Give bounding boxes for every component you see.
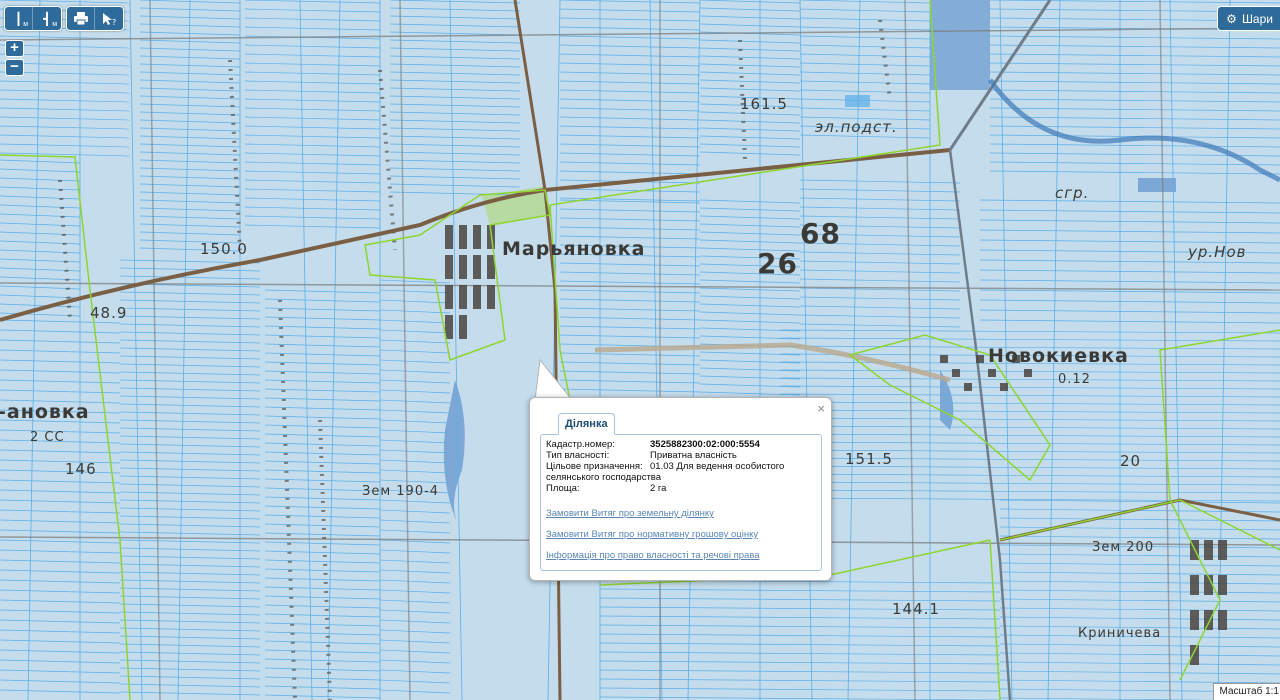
field-key: Кадастр.номер:	[546, 439, 615, 450]
pond	[845, 95, 870, 107]
ownership-type: Приватна власність	[650, 450, 737, 461]
pond	[1138, 178, 1176, 192]
label-town-left: -ановка	[0, 401, 90, 423]
measure-group: ┃ м ┫ м	[4, 6, 62, 31]
label-012: 0.12	[1058, 372, 1091, 387]
building	[1218, 540, 1227, 560]
building	[976, 355, 984, 363]
label-26: 26	[757, 247, 798, 280]
scale-indicator: Масштаб 1:1	[1212, 683, 1280, 700]
building	[1190, 645, 1199, 665]
field-key: Площа:	[546, 483, 580, 494]
building	[952, 369, 960, 377]
building	[445, 225, 453, 249]
building	[964, 383, 972, 391]
field-key: Цільове призначення:	[546, 461, 643, 472]
unit-label: м	[52, 21, 57, 28]
measure-length-button[interactable]: ┃ м	[5, 7, 33, 30]
building	[445, 285, 453, 309]
field-row: Площа: 2 га	[546, 483, 816, 494]
label-elev-1441: 144.1	[892, 600, 940, 618]
building	[459, 315, 467, 339]
label-elev-1515: 151.5	[845, 450, 893, 468]
label-zem200: Зем 200	[1092, 540, 1155, 555]
building	[988, 369, 996, 377]
map-toolbar: ┃ м ┫ м ?	[4, 6, 124, 31]
label-maryanovka: Марьяновка	[502, 238, 646, 260]
building	[459, 225, 467, 249]
cursor-question-icon: ?	[103, 12, 116, 26]
label-ur-nov: ур.Нов	[1188, 243, 1247, 261]
layers-label: Шари	[1241, 11, 1273, 26]
field-row: Цільове призначення: 01.03 Для ведення о…	[546, 461, 816, 472]
purpose-continued: селянського господарства	[546, 472, 662, 483]
zoom-out-button[interactable]: −	[5, 59, 24, 76]
building	[1000, 383, 1008, 391]
building	[1190, 610, 1199, 630]
field-row: Кадастр.номер: 3525882300:02:000:5554	[546, 439, 816, 450]
svg-text:?: ?	[112, 18, 116, 26]
label-zem190: Зем 190-4	[362, 484, 440, 499]
label-ss: 2 СС	[30, 430, 65, 445]
building	[473, 285, 481, 309]
parcel-info-popup: × Ділянка Кадастр.номер: 3525882300:02:0…	[529, 397, 832, 581]
tools-group: ?	[66, 6, 124, 31]
building	[1204, 540, 1213, 560]
unit-label: м	[23, 21, 28, 28]
label-68: 68	[800, 217, 841, 250]
building	[940, 355, 948, 363]
cadastral-number: 3525882300:02:000:5554	[650, 439, 760, 450]
label-el-podst: эл.подст.	[815, 118, 898, 136]
label-elev-1615: 161.5	[740, 95, 788, 113]
label-novokievka: Новокиевка	[988, 345, 1129, 367]
label-elev-489: 48.9	[90, 304, 128, 322]
label-20: 20	[1120, 452, 1142, 470]
building	[487, 285, 495, 309]
building	[473, 255, 481, 279]
tab-parcel[interactable]: Ділянка	[558, 413, 615, 435]
close-icon[interactable]: ×	[817, 401, 825, 416]
popup-content: Кадастр.номер: 3525882300:02:000:5554 Ти…	[540, 434, 822, 571]
gear-icon: ⚙	[1226, 11, 1237, 26]
building	[445, 315, 453, 339]
zoom-in-button[interactable]: +	[5, 40, 24, 57]
identify-button[interactable]: ?	[95, 7, 123, 30]
printer-icon	[73, 12, 88, 25]
ownership-info-link[interactable]: Інформація про право власності та речові…	[546, 550, 816, 561]
building	[1218, 575, 1227, 595]
print-button[interactable]	[67, 7, 95, 30]
building	[473, 225, 481, 249]
cadastral-map[interactable]: Марьяновка Новокиевка -ановка ур.Нов 150…	[0, 0, 1280, 700]
label-elev-150: 150.0	[200, 240, 248, 258]
layers-button[interactable]: ⚙ Шари	[1217, 6, 1280, 31]
building	[1218, 610, 1227, 630]
order-valuation-extract-link[interactable]: Замовити Витяг про нормативну грошову оц…	[546, 529, 816, 540]
field-row: Тип власності: Приватна власність	[546, 450, 816, 461]
lake	[930, 0, 990, 90]
order-parcel-extract-link[interactable]: Замовити Витяг про земельну ділянку	[546, 508, 816, 519]
building	[1204, 610, 1213, 630]
field-key: Тип власності:	[546, 450, 610, 461]
label-elev-146: 146	[65, 460, 97, 478]
area-value: 2 га	[650, 483, 667, 494]
building	[445, 255, 453, 279]
building	[459, 285, 467, 309]
measure-area-button[interactable]: ┫ м	[33, 7, 61, 30]
label-sgr: сгр.	[1055, 184, 1090, 202]
ruler-horizontal-icon: ┫	[43, 11, 51, 26]
zoom-control: + −	[5, 40, 24, 76]
building	[1024, 369, 1032, 377]
building	[1190, 575, 1199, 595]
purpose-value: 01.03 Для ведення особистого	[650, 461, 785, 472]
label-krinich: Криничева	[1078, 626, 1162, 641]
ruler-vertical-icon: ┃	[14, 11, 23, 26]
building	[459, 255, 467, 279]
